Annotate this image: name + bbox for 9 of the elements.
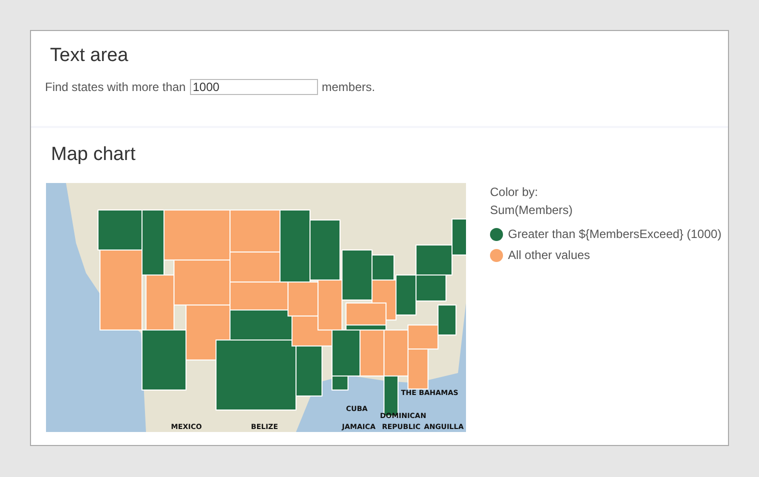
legend-heading: Color by: (490, 184, 540, 201)
prompt-text: members. (322, 80, 376, 94)
prompt-text: Find states with more than (45, 80, 186, 94)
legend-label: Greater than ${MembersExceed} (1000) (508, 226, 722, 243)
section-title: Map chart (51, 144, 136, 166)
input-field[interactable]: 1000 (190, 79, 318, 95)
legend-label: All other values (508, 247, 590, 264)
legend-measure: Sum(Members) (490, 202, 574, 219)
section-title: Text area (50, 45, 130, 67)
